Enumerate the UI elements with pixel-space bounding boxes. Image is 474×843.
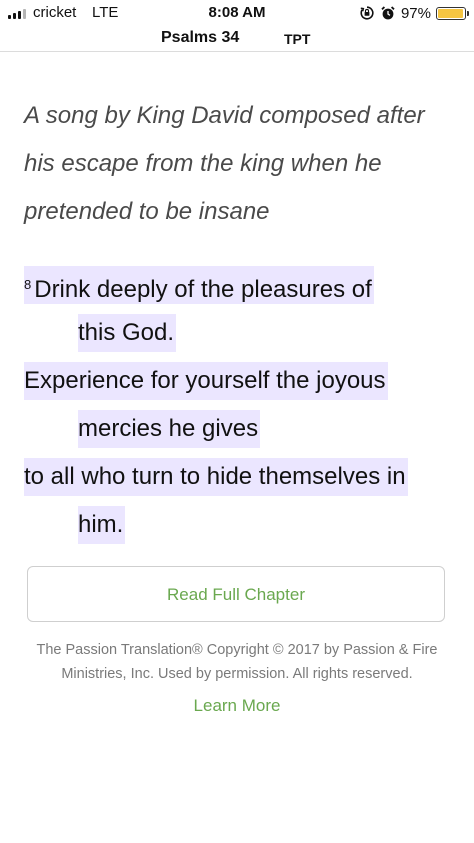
verse-line[interactable]: mercies he gives — [78, 410, 261, 448]
verse-line[interactable]: this God. — [78, 314, 177, 352]
verse-line[interactable]: Experience for yourself the joyous — [24, 362, 388, 400]
status-bar: cricket LTE 8:08 AM 97% — [0, 0, 474, 26]
learn-more-link[interactable]: Learn More — [0, 696, 474, 716]
passage-heading: A song by King David composed after his … — [24, 102, 425, 225]
battery-percent: 97% — [400, 4, 431, 22]
verse-line[interactable]: to all who turn to hide themselves in — [24, 458, 408, 496]
verse-number: 8 — [24, 277, 32, 292]
verse-line[interactable]: him. — [78, 506, 126, 544]
verse-line[interactable]: 8 Drink deeply of the pleasures of — [24, 266, 374, 304]
book-chapter-selector[interactable]: Psalms 34 — [161, 29, 239, 47]
rotation-lock-icon — [360, 6, 374, 20]
status-right: 97% — [359, 4, 469, 22]
battery-icon — [436, 6, 469, 20]
nav-header: Psalms 34 TPT — [0, 26, 474, 52]
copyright-notice: The Passion Translation® Copyright © 201… — [36, 642, 438, 682]
alarm-icon — [381, 6, 395, 20]
version-selector[interactable]: TPT — [284, 31, 310, 47]
read-full-chapter-button[interactable]: Read Full Chapter — [27, 566, 445, 622]
